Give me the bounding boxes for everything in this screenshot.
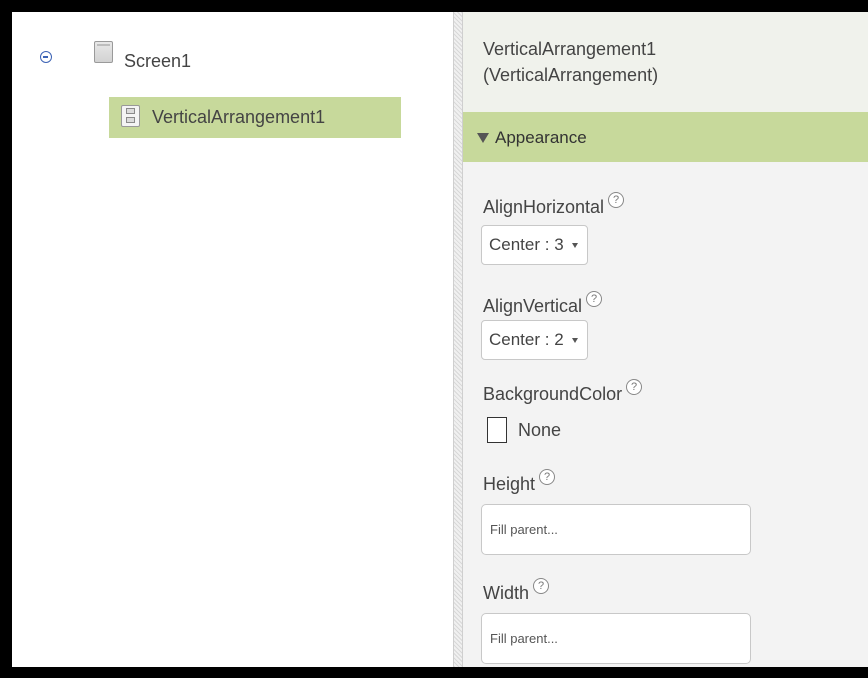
align-vertical-label-text: AlignVertical bbox=[483, 296, 583, 316]
help-question-icon[interactable]: ? bbox=[539, 469, 556, 485]
designer-frame: Screen1 VerticalArrangement1 VerticalArr… bbox=[12, 12, 868, 667]
background-color-value[interactable]: None bbox=[518, 420, 561, 441]
height-label: Height? bbox=[483, 469, 556, 495]
panel-resize-handle[interactable] bbox=[453, 12, 463, 667]
component-tree: Screen1 VerticalArrangement1 bbox=[12, 12, 453, 667]
height-label-text: Height bbox=[483, 474, 536, 494]
width-label-text: Width bbox=[483, 583, 530, 603]
align-vertical-select[interactable]: Center : 2 bbox=[481, 320, 588, 360]
help-question-icon[interactable]: ? bbox=[608, 192, 625, 208]
align-horizontal-select[interactable]: Center : 3 bbox=[481, 225, 588, 265]
properties-title: VerticalArrangement1 (VerticalArrangemen… bbox=[483, 39, 659, 85]
tree-item-verticalarrangement1[interactable]: VerticalArrangement1 bbox=[109, 97, 401, 138]
width-input[interactable] bbox=[481, 613, 751, 664]
appearance-section-toggle[interactable]: Appearance bbox=[463, 112, 868, 162]
triangle-down-icon bbox=[477, 133, 489, 143]
help-question-icon[interactable]: ? bbox=[586, 291, 603, 307]
caret-down-icon bbox=[571, 337, 578, 343]
color-swatch-icon[interactable] bbox=[487, 417, 507, 443]
help-question-icon[interactable]: ? bbox=[533, 578, 550, 594]
properties-panel: VerticalArrangement1 (VerticalArrangemen… bbox=[463, 12, 868, 667]
collapse-minus-icon[interactable] bbox=[40, 51, 52, 63]
vertical-arrangement-icon bbox=[121, 105, 140, 127]
tree-item-label: VerticalArrangement1 bbox=[152, 107, 326, 127]
background-color-label-text: BackgroundColor bbox=[483, 384, 623, 404]
align-vertical-label: AlignVertical? bbox=[483, 291, 603, 317]
caret-down-icon bbox=[571, 242, 578, 248]
height-input[interactable] bbox=[481, 504, 751, 555]
align-vertical-value: Center : 2 bbox=[489, 330, 564, 349]
align-horizontal-label-text: AlignHorizontal bbox=[483, 197, 605, 217]
section-label: Appearance bbox=[495, 128, 587, 147]
align-horizontal-value: Center : 3 bbox=[489, 235, 564, 254]
screen-icon bbox=[94, 41, 113, 63]
tree-item-screen1[interactable]: Screen1 bbox=[124, 51, 191, 72]
properties-header: VerticalArrangement1 (VerticalArrangemen… bbox=[463, 12, 868, 112]
background-color-label: BackgroundColor? bbox=[483, 379, 643, 405]
width-label: Width? bbox=[483, 578, 550, 604]
align-horizontal-label: AlignHorizontal? bbox=[483, 192, 625, 218]
help-question-icon[interactable]: ? bbox=[626, 379, 643, 395]
